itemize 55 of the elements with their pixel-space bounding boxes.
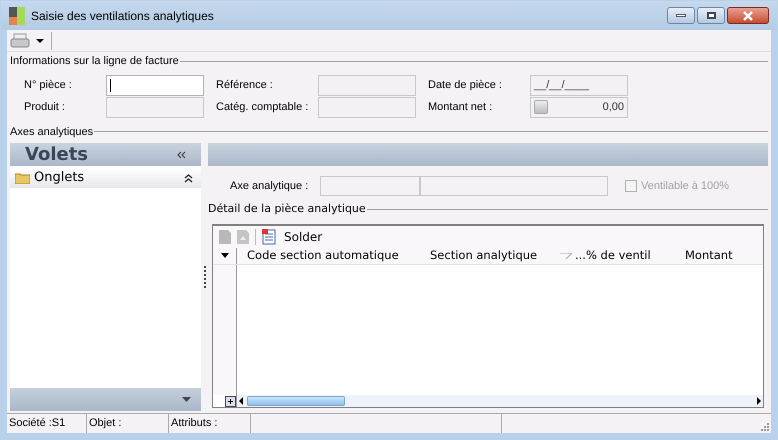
status-pane: Société :S1 bbox=[7, 414, 87, 433]
window-title: Saisie des ventilations analytiques bbox=[31, 8, 214, 24]
dropdown-arrow-icon[interactable] bbox=[35, 38, 45, 44]
text-field[interactable] bbox=[318, 74, 416, 96]
calculator-icon[interactable] bbox=[534, 100, 548, 114]
column-header[interactable]: Code section automatique bbox=[237, 246, 420, 264]
field-label: Date de pièce : bbox=[428, 78, 503, 93]
text-field[interactable] bbox=[320, 176, 420, 196]
close-icon bbox=[742, 10, 754, 20]
text-field[interactable] bbox=[420, 176, 608, 196]
scroll-left-icon[interactable] bbox=[237, 396, 245, 406]
text-field[interactable] bbox=[318, 96, 416, 118]
field-label: Catég. comptable : bbox=[216, 100, 310, 115]
resize-grip-icon[interactable] bbox=[761, 423, 769, 431]
panel-item-label: Onglets bbox=[34, 169, 84, 188]
text-field[interactable] bbox=[106, 96, 204, 118]
solder-button[interactable]: Solder bbox=[262, 228, 322, 246]
group-title: Axes analytiques bbox=[10, 124, 94, 140]
field-value: __/__/____ bbox=[534, 78, 590, 93]
document-icon[interactable] bbox=[219, 230, 231, 244]
panel-item[interactable]: Onglets bbox=[10, 168, 201, 188]
filter-icon[interactable] bbox=[560, 252, 572, 258]
maximize-button[interactable] bbox=[697, 7, 725, 24]
dropdown-arrow-icon[interactable] bbox=[220, 253, 228, 258]
chevrons-up-icon[interactable] bbox=[184, 174, 193, 182]
group-title: Informations sur la ligne de facture bbox=[10, 54, 179, 69]
status-pane: Attributs : bbox=[169, 414, 251, 433]
text-field[interactable]: 0,00 bbox=[530, 96, 628, 118]
column-header[interactable]: Montant bbox=[675, 246, 745, 264]
field-value: 0,00 bbox=[602, 100, 624, 115]
text-field[interactable] bbox=[106, 74, 204, 96]
group-title: Détail de la pièce analytique bbox=[208, 201, 366, 217]
app-logo-icon bbox=[9, 6, 25, 24]
close-button[interactable] bbox=[727, 7, 769, 24]
field-label: Produit : bbox=[24, 100, 66, 115]
scroll-right-icon[interactable] bbox=[755, 396, 763, 406]
document-icon bbox=[262, 228, 276, 244]
field-label: Montant net : bbox=[428, 100, 494, 115]
text-cursor bbox=[110, 78, 111, 92]
panel-title: Volets bbox=[25, 143, 88, 167]
column-header[interactable]: Section analytique bbox=[420, 246, 550, 264]
text-field[interactable]: __/__/____ bbox=[530, 74, 628, 96]
field-label: Axe analytique : bbox=[230, 178, 310, 194]
column-header[interactable]: ...% de ventil bbox=[550, 246, 675, 264]
printer-icon[interactable] bbox=[10, 32, 30, 48]
minimize-button[interactable] bbox=[667, 7, 695, 24]
folder-icon bbox=[15, 172, 30, 184]
horizontal-scrollbar[interactable] bbox=[237, 395, 763, 407]
plus-icon[interactable] bbox=[225, 396, 236, 406]
checkbox-label: Ventilable à 100% bbox=[641, 178, 730, 194]
field-label: Référence : bbox=[216, 78, 274, 93]
collapse-icon[interactable] bbox=[177, 150, 186, 158]
image-document-icon[interactable] bbox=[237, 230, 249, 244]
status-pane: Objet : bbox=[87, 414, 169, 433]
field-label: N° pièce : bbox=[24, 78, 73, 93]
